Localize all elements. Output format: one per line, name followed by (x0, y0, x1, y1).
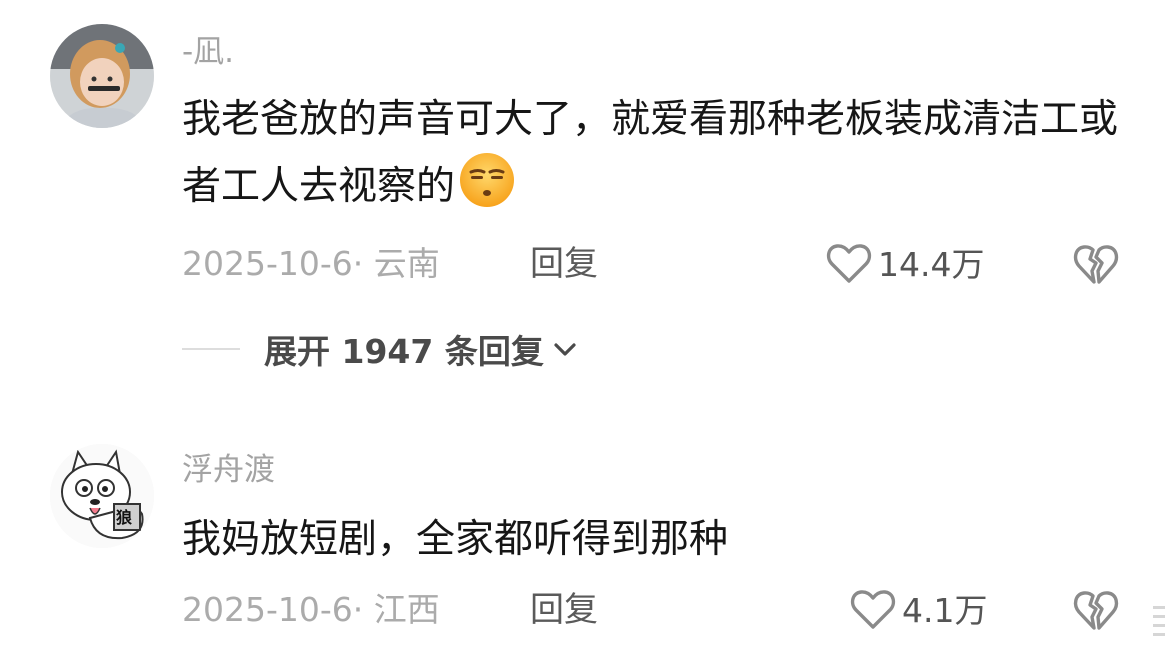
like-button[interactable]: 4.1万 (850, 588, 987, 634)
comment-item: 狼 浮舟渡 我妈放短剧，全家都听得到那种 2025-10-6· 江西 回复 4.… (0, 0, 1169, 656)
menu-lines-icon (1153, 606, 1165, 636)
avatar[interactable]: 狼 (50, 444, 154, 548)
broken-heart-icon (1072, 591, 1120, 636)
wolf-cartoon-avatar-image (50, 444, 154, 548)
heart-outline-icon (850, 588, 896, 634)
reply-button[interactable]: 回复 (530, 588, 598, 632)
like-count: 4.1万 (902, 591, 988, 630)
comment-date-location: 2025-10-6· 江西 (182, 590, 440, 629)
comment-text: 我妈放短剧，全家都听得到那种 (182, 517, 729, 562)
username[interactable]: 浮舟渡 (182, 450, 275, 490)
dislike-button[interactable] (1072, 588, 1120, 632)
avatar-badge-text: 狼 (116, 508, 133, 527)
